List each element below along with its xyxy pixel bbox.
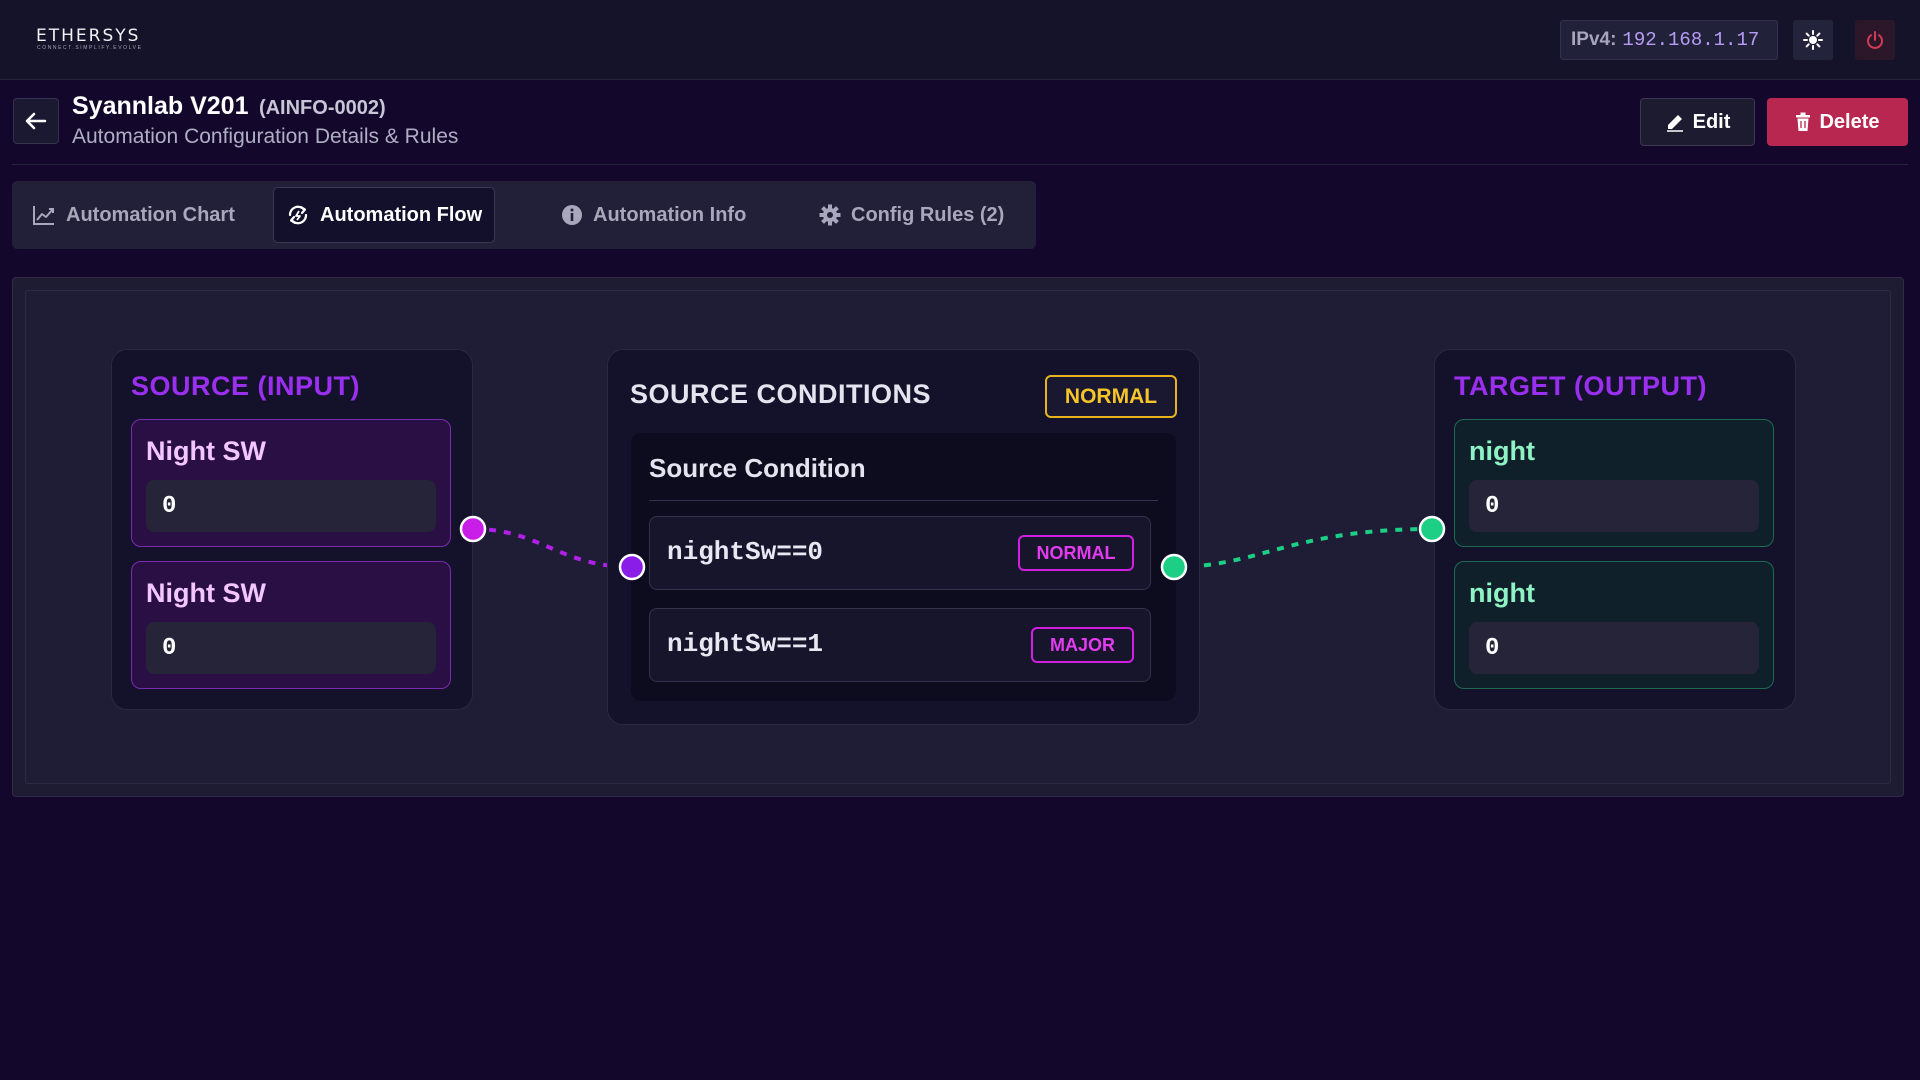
conditions-input-handle[interactable] xyxy=(618,553,646,581)
flow-handles xyxy=(459,515,1446,581)
source-output-handle[interactable] xyxy=(459,515,487,543)
conditions-output-handle[interactable] xyxy=(1160,553,1188,581)
target-input-handle[interactable] xyxy=(1418,515,1446,543)
